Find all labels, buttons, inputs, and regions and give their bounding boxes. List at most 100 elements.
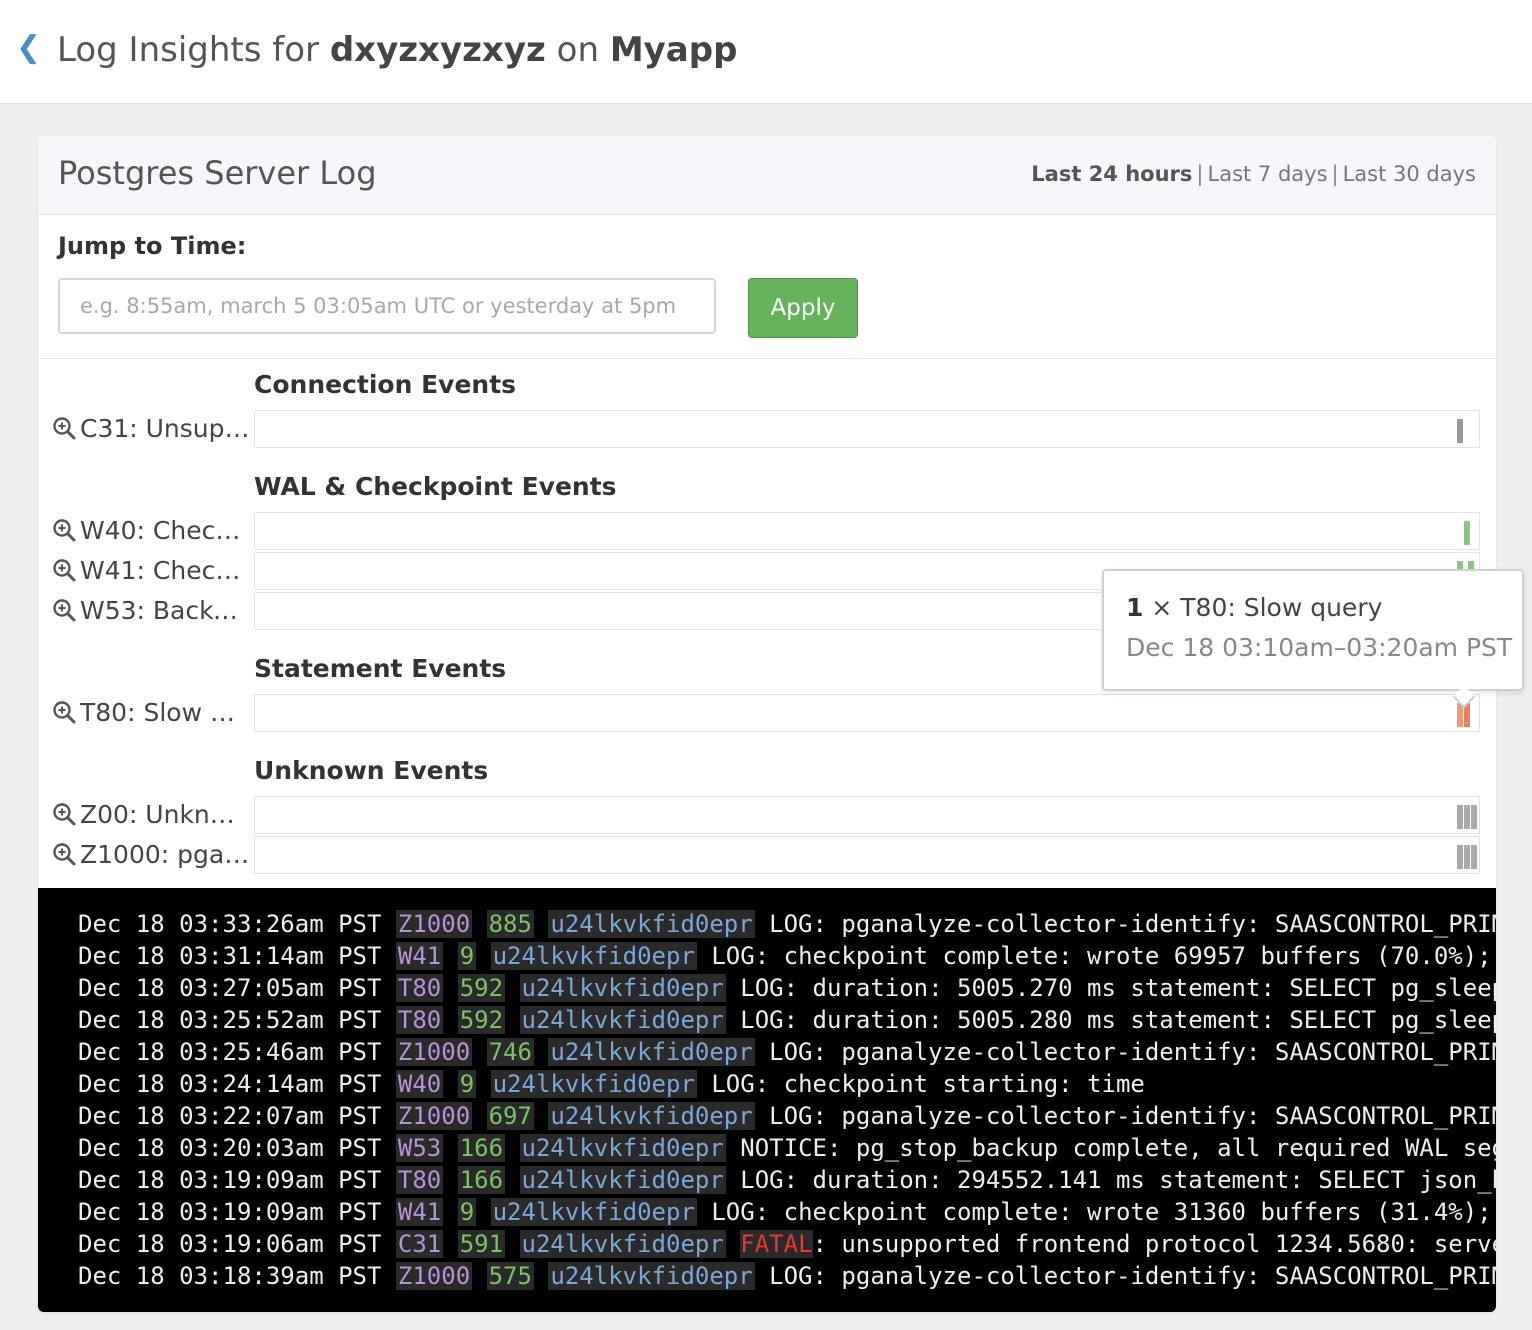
- event-row-label[interactable]: W40: Checkpoint starting: [52, 511, 250, 551]
- log-time: Dec 18 03:19:06am PST: [78, 1230, 382, 1258]
- event-timeline-track[interactable]: [254, 694, 1480, 732]
- log-message: : pg_stop_backup complete, all required …: [826, 1134, 1496, 1162]
- log-code[interactable]: T80: [395, 1006, 444, 1034]
- event-row-label[interactable]: C31: Unsupported frontend protocol: [52, 409, 250, 449]
- range-last-24-hours[interactable]: Last 24 hours: [1031, 162, 1192, 186]
- log-code[interactable]: T80: [395, 974, 444, 1002]
- zoom-in-icon[interactable]: [52, 591, 80, 631]
- event-marker[interactable]: [1457, 419, 1463, 443]
- log-line: Dec 18 03:25:52am PST T80 592 u24lkvkfid…: [78, 1004, 1496, 1036]
- event-timeline-track[interactable]: [254, 512, 1480, 550]
- event-label-text: W53: Backup complete: [80, 596, 250, 625]
- log-code[interactable]: C31: [395, 1230, 444, 1258]
- range-last-7-days[interactable]: Last 7 days: [1208, 162, 1328, 186]
- log-level: LOG: [711, 942, 755, 970]
- panel-header: Postgres Server Log Last 24 hours | Last 7…: [38, 136, 1496, 215]
- zoom-in-icon[interactable]: [52, 693, 80, 733]
- event-timeline-track[interactable]: [254, 796, 1480, 834]
- log-message: : duration: 294552.141 ms statement: SEL…: [783, 1166, 1496, 1194]
- group-title: WAL & Checkpoint Events: [254, 472, 617, 501]
- event-label-text: Z00: Unknown: [80, 800, 250, 829]
- log-line: Dec 18 03:22:07am PST Z1000 697 u24lkvkf…: [78, 1100, 1496, 1132]
- event-timeline-track[interactable]: [254, 410, 1480, 448]
- log-code[interactable]: W41: [395, 942, 444, 970]
- log-code[interactable]: W41: [395, 1198, 444, 1226]
- log-code[interactable]: W53: [395, 1134, 444, 1162]
- log-level: LOG: [740, 1166, 784, 1194]
- log-line: Dec 18 03:31:14am PST W41 9 u24lkvkfid0e…: [78, 940, 1496, 972]
- log-level: LOG: [769, 1262, 813, 1290]
- log-database: u24lkvkfid0epr: [519, 1230, 726, 1258]
- log-pid: 697: [486, 1102, 534, 1130]
- tooltip-count: 1: [1126, 593, 1144, 622]
- log-code[interactable]: Z1000: [395, 910, 473, 938]
- event-marker[interactable]: [1464, 521, 1470, 545]
- log-level: FATAL: [740, 1230, 813, 1258]
- zoom-in-icon[interactable]: [52, 551, 80, 591]
- log-level: LOG: [769, 910, 813, 938]
- event-marker[interactable]: [1471, 805, 1477, 829]
- zoom-in-icon[interactable]: [52, 511, 80, 551]
- log-database: u24lkvkfid0epr: [548, 1038, 755, 1066]
- log-pid: 592: [457, 1006, 506, 1034]
- zoom-in-icon[interactable]: [52, 409, 80, 449]
- log-pid: 166: [457, 1134, 506, 1162]
- log-line: Dec 18 03:18:39am PST Z1000 575 u24lkvkf…: [78, 1260, 1496, 1292]
- log-message: : pganalyze-collector-identify: SAASCONT…: [812, 1262, 1496, 1290]
- log-level: LOG: [711, 1198, 755, 1226]
- log-line: Dec 18 03:27:05am PST T80 592 u24lkvkfid…: [78, 972, 1496, 1004]
- log-database: u24lkvkfid0epr: [548, 910, 755, 938]
- log-database: u24lkvkfid0epr: [490, 1070, 697, 1098]
- log-time: Dec 18 03:25:52am PST: [78, 1006, 382, 1034]
- log-time: Dec 18 03:18:39am PST: [78, 1262, 382, 1290]
- event-label-text: C31: Unsupported frontend protocol: [80, 414, 250, 443]
- top-bar: ❮ Log Insights for dxyzxyzxyz on Myapp: [0, 0, 1532, 104]
- log-database: u24lkvkfid0epr: [490, 1198, 697, 1226]
- log-code[interactable]: W40: [395, 1070, 444, 1098]
- log-time: Dec 18 03:22:07am PST: [78, 1102, 382, 1130]
- event-marker[interactable]: [1471, 845, 1477, 869]
- panel-title: Postgres Server Log: [58, 154, 377, 192]
- log-level: LOG: [769, 1102, 813, 1130]
- log-time: Dec 18 03:19:09am PST: [78, 1166, 382, 1194]
- zoom-in-icon[interactable]: [52, 835, 80, 875]
- event-row-label[interactable]: Z00: Unknown: [52, 795, 250, 835]
- log-database: u24lkvkfid0epr: [519, 1166, 726, 1194]
- event-marker[interactable]: [1464, 805, 1470, 829]
- log-database: u24lkvkfid0epr: [548, 1102, 755, 1130]
- log-code[interactable]: T80: [395, 1166, 444, 1194]
- log-code[interactable]: Z1000: [395, 1102, 473, 1130]
- event-timeline-track[interactable]: [254, 836, 1480, 874]
- log-pid: 166: [457, 1166, 506, 1194]
- divider: [38, 358, 1496, 359]
- log-level: LOG: [740, 1006, 784, 1034]
- event-row-label[interactable]: Z1000: pganalyze-collector-identify: [52, 835, 250, 875]
- log-message: : pganalyze-collector-identify: SAASCONT…: [812, 1102, 1496, 1130]
- log-line: Dec 18 03:24:14am PST W40 9 u24lkvkfid0e…: [78, 1068, 1145, 1100]
- range-last-30-days[interactable]: Last 30 days: [1343, 162, 1476, 186]
- log-code[interactable]: Z1000: [395, 1262, 473, 1290]
- zoom-in-icon[interactable]: [52, 795, 80, 835]
- jump-to-time-input[interactable]: [58, 278, 716, 334]
- event-marker[interactable]: [1457, 845, 1463, 869]
- back-chevron-icon[interactable]: ❮: [16, 28, 41, 68]
- log-database: u24lkvkfid0epr: [519, 1134, 726, 1162]
- log-pid: 9: [457, 942, 477, 970]
- log-time: Dec 18 03:31:14am PST: [78, 942, 382, 970]
- event-marker[interactable]: [1457, 805, 1463, 829]
- apply-button[interactable]: Apply: [748, 278, 858, 338]
- event-row-label[interactable]: W53: Backup complete: [52, 591, 250, 631]
- log-database: u24lkvkfid0epr: [490, 942, 697, 970]
- event-label-text: W41: Checkpoint complete: [80, 556, 250, 585]
- log-message: : duration: 5005.270 ms statement: SELEC…: [783, 974, 1496, 1002]
- event-label-text: W40: Checkpoint starting: [80, 516, 250, 545]
- log-level: NOTICE: [740, 1134, 827, 1162]
- log-code[interactable]: Z1000: [395, 1038, 473, 1066]
- event-row-label[interactable]: W41: Checkpoint complete: [52, 551, 250, 591]
- log-line: Dec 18 03:19:09am PST W41 9 u24lkvkfid0e…: [78, 1196, 1496, 1228]
- log-level: LOG: [711, 1070, 755, 1098]
- event-row-label[interactable]: T80: Slow query: [52, 693, 250, 733]
- server-name: dxyzxyzxyz: [329, 30, 546, 70]
- event-marker[interactable]: [1464, 845, 1470, 869]
- log-message: : unsupported frontend protocol 1234.568…: [812, 1230, 1496, 1258]
